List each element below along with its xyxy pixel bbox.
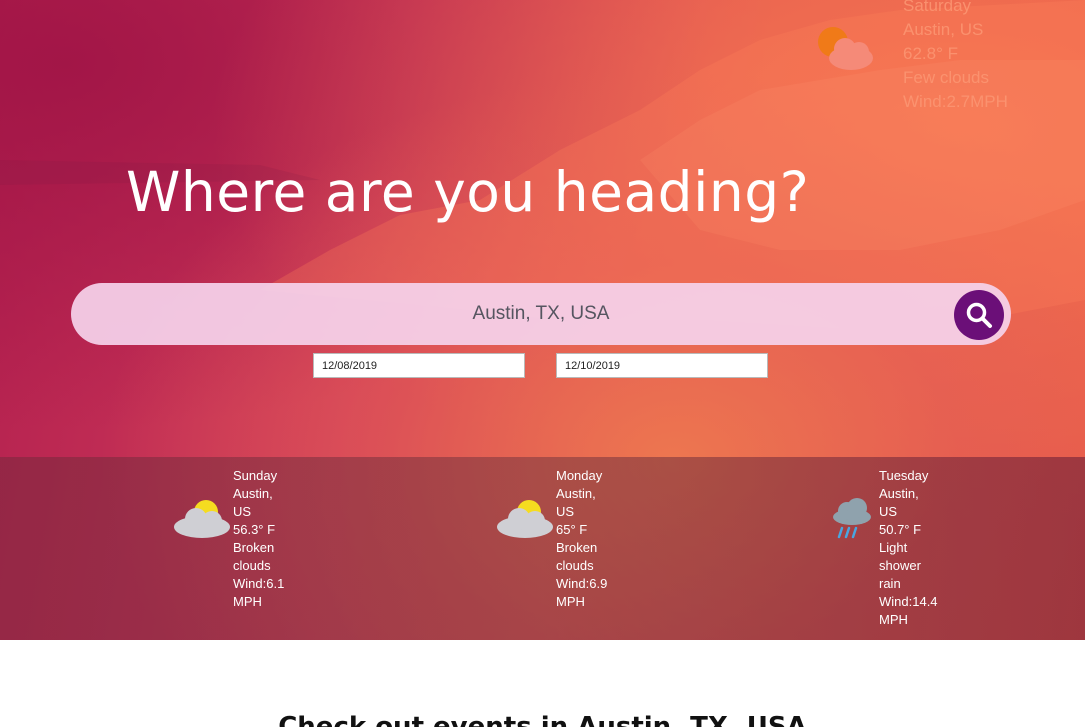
forecast-location: Austin, <box>556 486 596 501</box>
forecast-location-country: US <box>556 504 575 519</box>
forecast-strip: Sunday Austin, US 56.3° F Broken clouds … <box>0 457 1085 640</box>
partly-cloudy-icon <box>174 500 230 538</box>
sun-behind-cloud-icon <box>818 27 873 70</box>
search-button[interactable] <box>954 290 1004 340</box>
current-location: Austin, US <box>903 20 984 39</box>
destination-search-bar <box>71 283 1011 345</box>
forecast-location-country: US <box>879 504 898 519</box>
forecast-condition: Light <box>879 540 908 555</box>
current-temp: 62.8° F <box>903 44 958 63</box>
forecast-card-monday: Monday Austin, US 65° F Broken clouds Wi… <box>495 457 695 640</box>
end-date-field[interactable] <box>556 353 768 378</box>
forecast-location: Austin, <box>233 486 273 501</box>
search-icon <box>966 302 992 328</box>
forecast-condition-cont: clouds <box>233 558 271 573</box>
forecast-wind-unit: MPH <box>556 594 585 609</box>
forecast-condition: Broken <box>556 540 598 555</box>
forecast-wind: Wind:14.4 <box>879 594 938 609</box>
hero-banner: Saturday Austin, US 62.8° F Few clouds W… <box>0 0 1085 640</box>
forecast-condition: Broken <box>233 540 275 555</box>
forecast-location-country: US <box>233 504 252 519</box>
forecast-condition-cont: clouds <box>556 558 594 573</box>
forecast-day: Tuesday <box>879 468 929 483</box>
forecast-day: Sunday <box>233 468 278 483</box>
current-wind: Wind:2.7MPH <box>903 92 1008 111</box>
events-section-title: Check out events in Austin, TX, USA <box>278 712 807 727</box>
forecast-card-tuesday: Tuesday Austin, US 50.7° F Light shower … <box>830 457 1030 640</box>
current-condition: Few clouds <box>903 68 989 87</box>
forecast-temp: 50.7° F <box>879 522 922 537</box>
start-date-field[interactable] <box>313 353 525 378</box>
forecast-wind: Wind:6.9 <box>556 576 608 591</box>
page-heading: Where are you heading? <box>126 160 810 224</box>
forecast-location: Austin, <box>879 486 919 501</box>
destination-search-input[interactable] <box>71 283 951 345</box>
forecast-condition-cont: shower <box>879 558 921 573</box>
forecast-day: Monday <box>556 468 603 483</box>
forecast-wind-unit: MPH <box>879 612 908 627</box>
partly-cloudy-icon <box>497 500 553 538</box>
forecast-temp: 65° F <box>556 522 588 537</box>
current-day: Saturday <box>903 0 972 15</box>
forecast-wind: Wind:6.1 <box>233 576 285 591</box>
forecast-wind-unit: MPH <box>233 594 262 609</box>
current-weather: Saturday Austin, US 62.8° F Few clouds W… <box>815 0 1085 115</box>
forecast-condition-cont-2: rain <box>879 576 901 591</box>
forecast-temp: 56.3° F <box>233 522 276 537</box>
forecast-card-sunday: Sunday Austin, US 56.3° F Broken clouds … <box>172 457 372 640</box>
